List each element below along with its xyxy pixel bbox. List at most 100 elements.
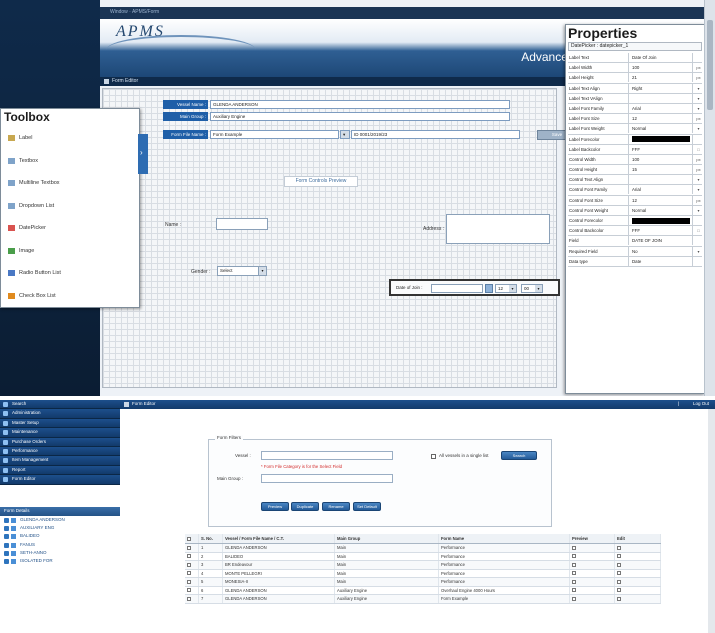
property-unit[interactable]: ▾ [695,84,702,93]
preview-icon[interactable] [572,554,576,559]
table-cell[interactable] [185,544,199,552]
toolbox-item[interactable]: Check Box List [7,291,137,314]
nav-item[interactable]: Item Management [0,456,120,466]
form-section-title[interactable]: Form Controls Preview [284,176,358,187]
property-unit[interactable] [695,53,702,62]
property-unit[interactable]: □ [695,226,702,235]
row-checkbox[interactable] [187,579,191,584]
column-header[interactable]: S. No. [199,534,223,543]
table-row[interactable]: 5 MONESIA-II Main Performance [185,578,661,587]
property-value[interactable]: 12 [631,195,693,205]
property-unit[interactable] [695,135,702,144]
expand-icon[interactable] [4,542,9,548]
chevron-down-icon[interactable]: ▾ [340,130,350,139]
property-value[interactable]: Arial [631,103,693,113]
property-value[interactable]: FFF [631,226,693,236]
nav-item[interactable]: Search [0,400,120,410]
select-all-checkbox[interactable] [187,536,191,541]
toolbox-item[interactable]: Label [7,133,137,156]
gender-select[interactable]: Select ▾ [217,266,267,276]
property-value[interactable]: Date Of Join [631,53,693,62]
filter-action-button[interactable]: Rename [322,502,350,511]
row-checkbox[interactable] [187,562,191,567]
property-value[interactable]: 12 [631,114,693,124]
edit-icon[interactable] [617,596,621,601]
selected-control-name[interactable]: DatePicker : datepicker_1 [568,42,702,51]
preview-icon[interactable] [572,571,576,576]
table-cell[interactable] [185,595,199,603]
toolbox-collapse-handle[interactable]: › [138,134,148,174]
column-header[interactable]: Preview [570,534,615,543]
vertical-scrollbar[interactable] [708,409,715,633]
table-row[interactable]: 2 BALIDEO Main Performance [185,552,661,561]
table-cell[interactable] [615,586,661,594]
color-swatch[interactable] [632,136,690,143]
minute-select[interactable]: 00 ▾ [521,284,543,293]
main-group-input[interactable] [261,474,393,483]
property-unit[interactable]: ▾ [695,104,702,113]
property-unit[interactable]: □ [695,145,702,154]
property-unit[interactable]: ▾ [695,206,702,215]
filter-action-button[interactable]: Preview [261,502,289,511]
document-tab-label[interactable]: Form Editor [112,78,138,84]
table-cell[interactable] [570,561,615,569]
table-cell[interactable] [570,569,615,577]
nav-item[interactable]: Maintenance [0,428,120,438]
scrollbar-thumb[interactable] [707,20,713,110]
edit-icon[interactable] [617,562,621,567]
property-value[interactable] [631,134,693,144]
expand-icon[interactable] [4,517,9,523]
vessel-input[interactable] [261,451,393,460]
table-cell[interactable] [185,586,199,594]
expand-icon[interactable] [4,525,9,531]
column-header[interactable]: Edit [615,534,661,543]
tree-item[interactable]: FANUS [0,541,120,549]
nav-item[interactable]: Master Setup [0,418,120,429]
preview-icon[interactable] [572,596,576,601]
column-header[interactable]: Vessel / Form File Name / C.T. [223,534,335,543]
table-cell[interactable] [615,569,661,577]
property-value[interactable]: DATE OF JOIN [631,236,693,246]
row-checkbox[interactable] [187,545,191,550]
table-cell[interactable] [185,578,199,586]
hour-select[interactable]: 12 ▾ [495,284,517,293]
property-unit[interactable]: ▾ [695,185,702,194]
edit-icon[interactable] [617,545,621,550]
row-checkbox[interactable] [187,596,191,601]
table-row[interactable]: 3 BR Endeavour Main Performance [185,561,661,570]
tree-item[interactable]: ISOLATED FOR [0,557,120,565]
property-unit[interactable] [695,236,702,245]
toolbox-item[interactable]: Image [7,246,137,269]
property-unit[interactable]: ▾ [695,124,702,133]
chevron-down-icon[interactable]: ▾ [535,285,542,292]
property-unit[interactable] [695,216,702,225]
table-row[interactable]: 6 GLENDA ANDERSON Auxiliary Engine Overhaul… [185,586,661,595]
table-cell[interactable] [185,561,199,569]
tree-item[interactable]: AUXILIARY ENG [0,524,120,532]
form-id-field[interactable]: ID 0001/2019/23 [351,130,520,139]
preview-icon[interactable] [572,545,576,550]
property-unit[interactable]: ▾ [695,247,702,256]
property-value[interactable]: Right [631,83,693,93]
property-unit[interactable] [695,257,702,266]
table-cell[interactable] [570,552,615,560]
table-cell[interactable] [570,586,615,594]
property-value[interactable]: Arial [631,185,693,195]
edit-icon[interactable] [617,588,621,593]
edit-icon[interactable] [617,579,621,584]
row-checkbox[interactable] [187,554,191,559]
toolbox-item[interactable]: Dropdown List [7,201,137,224]
table-cell[interactable] [615,561,661,569]
preview-icon[interactable] [572,588,576,593]
single-list-checkbox[interactable] [431,454,436,459]
table-cell[interactable] [185,569,199,577]
property-unit[interactable]: px [695,155,702,164]
logout-link[interactable]: Log Out [693,401,709,406]
preview-icon[interactable] [572,562,576,567]
property-value[interactable] [631,216,693,225]
table-cell[interactable] [615,544,661,552]
nav-item[interactable]: Administration [0,409,120,419]
property-value[interactable]: No [631,246,693,256]
chevron-down-icon[interactable]: ▾ [509,285,516,292]
table-cell[interactable] [570,595,615,603]
